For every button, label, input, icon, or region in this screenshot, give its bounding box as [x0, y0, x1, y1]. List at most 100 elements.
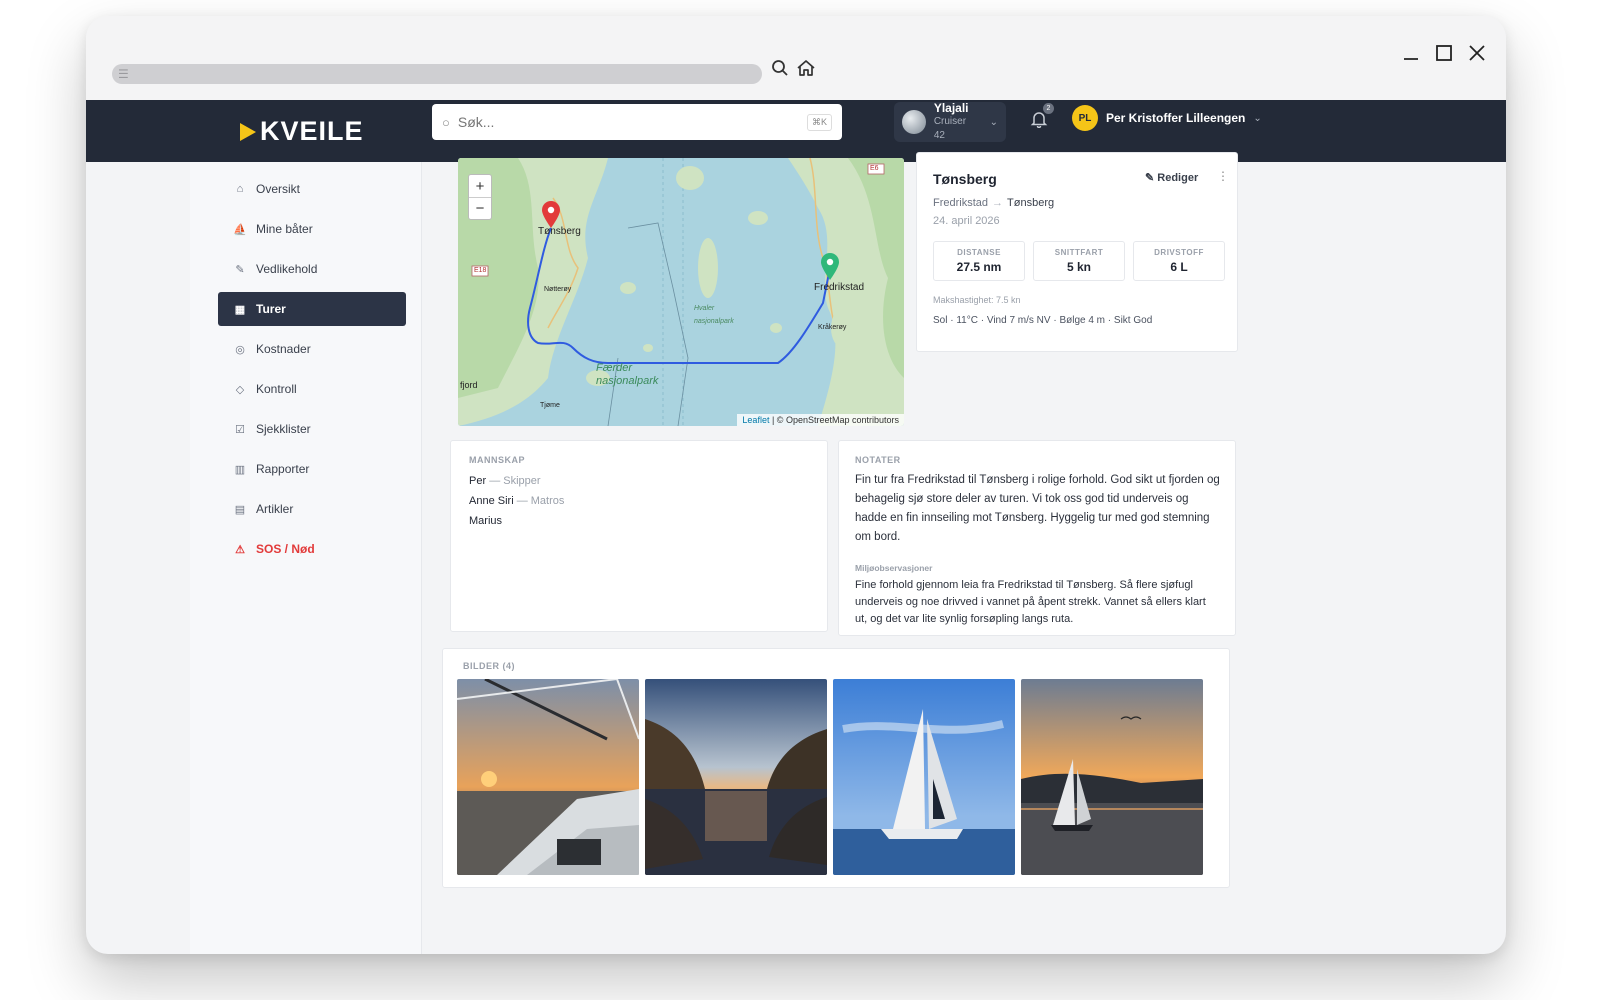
trip-to: Tønsberg [1007, 197, 1055, 209]
article-icon: ▤ [234, 503, 246, 516]
bar-chart-icon: ▥ [234, 463, 246, 476]
sidebar-item-label: SOS / Nød [256, 542, 315, 556]
leaflet-link[interactable]: Leaflet [742, 415, 769, 425]
sidebar-nav: ⌂ Oversikt ⛵ Mine båter ✎ Vedlikehold ▦ Turer ◎ K… [218, 172, 406, 572]
crew-name: Per [469, 475, 487, 487]
sidebar-item-checklist[interactable]: ☑ Sjekklister [218, 412, 406, 446]
sidebar-item-map[interactable]: ▦ Turer [218, 292, 406, 326]
sidebar-item-label: Artikler [256, 502, 294, 516]
trip-date: 24. april 2026 [933, 215, 1000, 227]
trip-title: Tønsberg [933, 171, 997, 187]
map-label-e6: E6 [870, 165, 879, 172]
boat-name: Ylajali [933, 101, 969, 115]
edit-icon: ✎ [1145, 172, 1158, 184]
home-icon[interactable] [792, 54, 820, 82]
map-label-notteroy: Nøtterøy [544, 286, 572, 293]
notifications-button[interactable]: 2 [1026, 103, 1054, 132]
crew-name: Marius [469, 515, 503, 527]
sidebar-item-wrench[interactable]: ✎ Vedlikehold [218, 252, 406, 286]
user-menu[interactable]: PL Per Kristoffer Lilleengen ⌄ [1072, 102, 1262, 134]
sidebar-item-label: Kontroll [256, 382, 297, 396]
edit-label: Rediger [1157, 172, 1199, 184]
notes-label: NOTATER [855, 455, 901, 465]
wrench-icon: ✎ [235, 263, 245, 276]
search-input[interactable] [457, 114, 807, 130]
logo-text: KVEILE [260, 116, 364, 146]
shield-icon: ◇ [235, 383, 245, 396]
stat-value: 5 kn [1066, 260, 1091, 274]
browser-chrome: ☰ [86, 16, 1506, 100]
coins-icon: ◎ [235, 343, 245, 356]
app-header: KVEILE ○ ⌘K Ylajali Cruiser 42 ⌄ 2 PL Pe… [86, 100, 1506, 162]
sidebar-item-label: Rapporter [256, 462, 310, 476]
trip-stats: DISTANSE 27.5 nm SNITTFART 5 kn DRIVSTOFF 6 L [933, 241, 1233, 281]
stat-label: DRIVSTOFF [1154, 248, 1204, 257]
search-shortcut: ⌘K [806, 113, 832, 131]
zoom-in-button[interactable]: + [469, 175, 491, 197]
arrow-right-icon: → [992, 197, 1004, 209]
sidebar-item-boat[interactable]: ⛵ Mine båter [218, 212, 406, 246]
sidebar-item-shield[interactable]: ◇ Kontroll [218, 372, 406, 406]
map-zoom-control: + − [468, 174, 492, 220]
stat-label: SNITTFART [1054, 248, 1104, 257]
crew-role: — Skipper [489, 475, 541, 487]
sidebar-item-warning[interactable]: ⚠ SOS / Nød [218, 532, 406, 566]
zoom-out-button[interactable]: − [469, 197, 491, 219]
trip-route: Fredrikstad → Tønsberg [933, 197, 1054, 209]
browser-window: ☰ KVEILE ○ ⌘K Ylajali [86, 16, 1506, 954]
photos-label: BILDER (4) [463, 661, 515, 671]
map-label-e18: E18 [474, 267, 487, 274]
map-attribution: Leaflet | © OpenStreetMap contributors [737, 414, 904, 426]
map-label-krakeroy: Kråkerøy [818, 324, 847, 331]
stat-value: 27.5 nm [956, 260, 1002, 274]
minimize-icon[interactable] [1396, 38, 1426, 68]
sailboat-deck-sunset-photo[interactable] [457, 679, 639, 875]
sailboat-sunset-photo[interactable] [1021, 679, 1203, 875]
stat-distanse: DISTANSE 27.5 nm [933, 241, 1025, 281]
sailboat-blue-sky-photo[interactable] [833, 679, 1015, 875]
stat-label: DISTANSE [957, 248, 1001, 257]
edit-button[interactable]: ✎ Rediger [1145, 171, 1198, 184]
trip-summary-card: Tønsberg ✎ Rediger ⋮ Fredrikstad → Tønsber… [916, 152, 1238, 352]
map-label-tonsberg: Tønsberg [538, 226, 581, 237]
search-icon[interactable] [766, 54, 794, 82]
home-icon: ⌂ [236, 183, 244, 195]
sidebar-item-coins[interactable]: ◎ Kostnader [218, 332, 406, 366]
search-icon: ○ [442, 114, 450, 130]
sidebar-item-label: Vedlikehold [256, 262, 318, 276]
chevron-down-icon: ⌄ [1253, 112, 1262, 124]
close-icon[interactable] [1462, 38, 1492, 68]
checklist-icon: ☑ [235, 423, 245, 436]
environment-text: Fine forhold gjennom leia fra Fredriksta… [855, 579, 1206, 625]
avatar: PL [1072, 105, 1098, 131]
tune-icon: ☰ [118, 67, 129, 81]
notification-count-badge: 2 [1043, 103, 1054, 114]
logo[interactable]: KVEILE [240, 116, 364, 147]
user-name: Per Kristoffer Lilleengen [1106, 111, 1246, 125]
maximize-icon[interactable] [1429, 38, 1459, 68]
more-options-icon[interactable]: ⋮ [1217, 169, 1229, 183]
sidebar-item-label: Sjekklister [256, 422, 311, 436]
boat-switcher[interactable]: Ylajali Cruiser 42 ⌄ [894, 101, 1006, 142]
sidebar-item-label: Turer [256, 302, 286, 316]
crew-role: — Matros [516, 495, 565, 507]
crew-card: MANNSKAP Per — Skipper Anne Siri — Matros… [450, 440, 828, 632]
route-map[interactable]: + − Tønsberg Fredrikstad Nøtterøy Kråker… [458, 158, 904, 426]
sidebar-item-label: Oversikt [256, 182, 301, 196]
notes-card: NOTATER Fin tur fra Fredrikstad til Tøns… [838, 440, 1236, 636]
address-bar[interactable]: ☰ [112, 64, 762, 84]
fjord-reflection-photo[interactable] [645, 679, 827, 875]
trip-from: Fredrikstad [933, 197, 989, 209]
sidebar-item-bar-chart[interactable]: ▥ Rapporter [218, 452, 406, 486]
search-box: ○ ⌘K [432, 104, 842, 140]
sidebar-item-article[interactable]: ▤ Artikler [218, 492, 406, 526]
crew-label: MANNSKAP [469, 455, 526, 465]
boat-avatar [902, 110, 926, 134]
list-item: Marius [469, 515, 564, 535]
sidebar-item-label: Kostnader [256, 342, 311, 356]
photo-gallery [457, 679, 1209, 875]
map-label-hvaler-park: Hvaler nasjonalpark [694, 305, 734, 325]
sidebar-item-home[interactable]: ⌂ Oversikt [218, 172, 406, 206]
notes-text: Fin tur fra Fredrikstad til Tønsberg i r… [855, 474, 1220, 543]
map-icon: ▦ [234, 303, 246, 316]
